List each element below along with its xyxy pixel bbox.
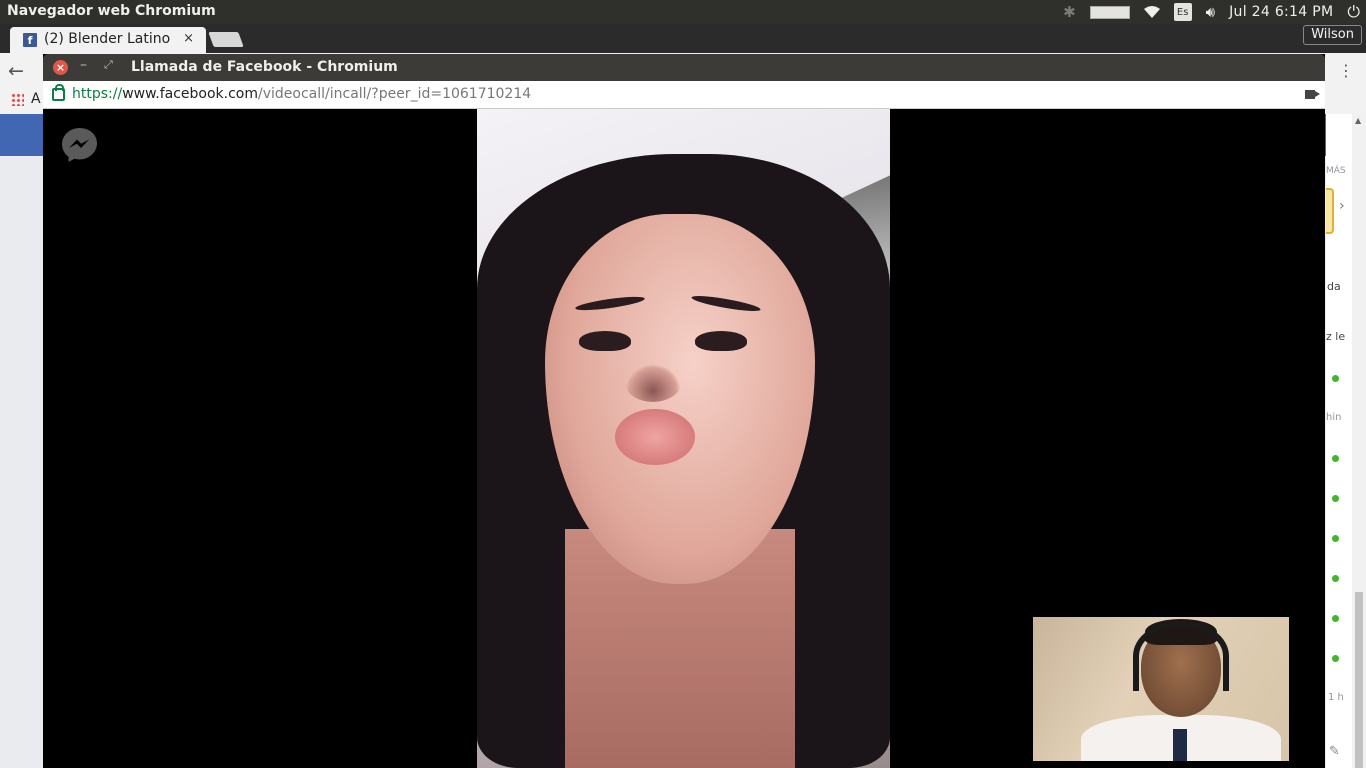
sidebar-text: hin — [1326, 412, 1342, 423]
online-status-dot[interactable] — [1332, 455, 1339, 462]
messenger-icon[interactable] — [61, 127, 98, 162]
popup-address-bar: https://www.facebook.com/videocall/incal… — [43, 81, 1325, 109]
secure-lock-icon[interactable] — [52, 84, 65, 101]
window-maximize-icon[interactable]: ⤢ — [104, 58, 113, 72]
clock[interactable]: Jul 24 6:14 PM — [1229, 4, 1333, 20]
url-path: /videocall/incall/?peer_id=1061710214 — [258, 86, 532, 102]
browser-menu-icon[interactable]: ⋮ — [1338, 61, 1354, 80]
battery-icon[interactable] — [1089, 5, 1130, 19]
self-view-video[interactable] — [1033, 617, 1289, 761]
wifi-icon[interactable] — [1143, 6, 1160, 18]
apps-bookmark-label[interactable]: A — [31, 91, 41, 107]
popup-window-title: Llamada de Facebook - Chromium — [131, 59, 398, 75]
online-status-dot[interactable] — [1332, 375, 1339, 382]
online-status-dot[interactable] — [1332, 615, 1339, 622]
back-arrow-icon[interactable]: ← — [8, 60, 24, 82]
sidebar-text: z le — [1326, 330, 1346, 343]
system-tray: ✱ Es 🔊︎ Jul 24 6:14 PM ⏻ — [1063, 0, 1366, 24]
url-scheme: https:// — [72, 86, 123, 102]
chevron-right-icon[interactable]: › — [1339, 198, 1345, 214]
facebook-favicon-icon: f — [23, 33, 37, 47]
sidebar-text: 1 h — [1328, 692, 1344, 703]
scroll-up-icon[interactable]: ▲ — [1355, 116, 1361, 125]
online-status-dot[interactable] — [1332, 575, 1339, 582]
remote-lips — [615, 409, 695, 465]
self-tie — [1173, 729, 1187, 761]
facebook-call-window: × – ⤢ Llamada de Facebook - Chromium htt… — [43, 54, 1325, 768]
remote-nose — [625, 364, 681, 402]
headset-icon — [1133, 621, 1229, 691]
power-icon[interactable]: ⏻ — [1347, 2, 1360, 22]
chat-sidebar: MÁS › da z le hin 1 h ✎ — [1326, 114, 1352, 768]
tab-title: (2) Blender Latino — [44, 31, 171, 47]
page-scrollbar[interactable]: ▲ — [1352, 114, 1366, 768]
bluetooth-icon[interactable]: ✱ — [1063, 3, 1076, 21]
volume-icon[interactable]: 🔊︎ — [1206, 3, 1215, 21]
url-host: www.facebook.com — [122, 86, 258, 102]
new-tab-button[interactable] — [208, 32, 244, 47]
sidebar-text: da — [1327, 280, 1341, 293]
online-status-dot[interactable] — [1332, 655, 1339, 662]
remote-eye — [579, 331, 631, 351]
online-status-dot[interactable] — [1332, 495, 1339, 502]
compose-icon[interactable]: ✎ — [1329, 744, 1340, 759]
apps-grid-icon[interactable] — [11, 93, 24, 106]
remote-participant-video[interactable] — [477, 109, 890, 768]
sidebar-card[interactable] — [1326, 188, 1334, 234]
popup-url: https://www.facebook.com/videocall/incal… — [72, 86, 531, 102]
window-close-icon[interactable]: × — [53, 60, 68, 75]
online-status-dot[interactable] — [1332, 535, 1339, 542]
camera-in-use-icon[interactable] — [1305, 90, 1320, 99]
active-app-title: Navegador web Chromium — [7, 3, 216, 19]
popup-titlebar[interactable]: × – ⤢ Llamada de Facebook - Chromium — [43, 54, 1325, 81]
profile-button[interactable]: Wilson — [1303, 25, 1362, 45]
window-minimize-icon[interactable]: – — [80, 57, 87, 73]
scrollbar-thumb[interactable] — [1355, 592, 1363, 768]
video-call-area — [43, 109, 1325, 768]
system-top-panel: Navegador web Chromium ✱ Es 🔊︎ Jul 24 6:… — [0, 0, 1366, 24]
tab-strip: f (2) Blender Latino × Wilson — [0, 24, 1366, 53]
tab-blender-latino[interactable]: f (2) Blender Latino × — [10, 27, 206, 53]
remote-eye — [695, 331, 747, 351]
sidebar-heading: MÁS — [1326, 166, 1346, 176]
tab-close-icon[interactable]: × — [183, 31, 194, 46]
keyboard-layout-indicator[interactable]: Es — [1173, 3, 1192, 21]
